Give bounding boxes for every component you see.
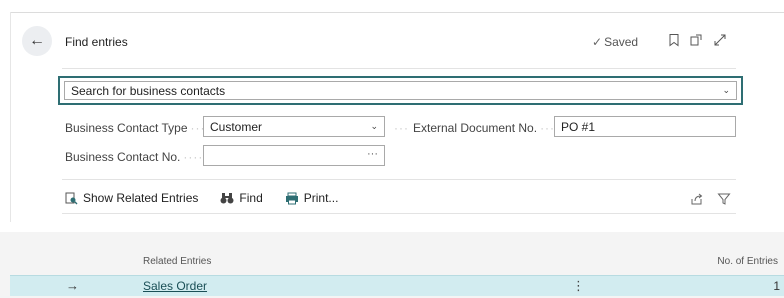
share-icon[interactable] [690, 192, 704, 206]
external-doc-label: External Document No. [413, 121, 538, 135]
action-bar: Show Related Entries Find Print... [65, 191, 360, 205]
open-new-window-icon[interactable] [689, 33, 703, 47]
find-label: Find [239, 191, 263, 205]
back-button[interactable]: ← [22, 26, 52, 56]
binoculars-icon [220, 192, 234, 203]
print-label: Print... [303, 191, 339, 205]
saved-status: ✓ Saved [592, 35, 638, 49]
business-contact-type-select[interactable]: Customer ⌄ [203, 116, 385, 137]
business-contact-no-input[interactable]: ··· [203, 145, 385, 166]
table-row[interactable]: → Sales Order ⋮ 1 [10, 275, 784, 296]
row-selected-arrow-icon: → [66, 278, 79, 293]
lookup-ellipsis-button[interactable]: ··· [367, 148, 378, 160]
external-doc-value: PO #1 [561, 119, 596, 134]
show-related-entries-label: Show Related Entries [83, 191, 199, 205]
related-entry-link[interactable]: Sales Order [143, 279, 207, 293]
page-title: Find entries [65, 35, 128, 49]
business-contact-type-label-wrap: Business Contact Type····· [65, 121, 216, 135]
top-border [10, 12, 784, 13]
business-contact-type-value: Customer [210, 119, 263, 134]
business-contact-no-label-wrap: Business Contact No. ····· [65, 150, 209, 164]
search-combobox-focus[interactable]: Search for business contacts ⌄ [58, 76, 743, 105]
chevron-down-icon: ⌄ [370, 121, 378, 131]
actions-divider-top [62, 179, 736, 180]
business-contact-type-label: Business Contact Type [65, 121, 188, 135]
row-actions-kebab-icon[interactable]: ⋮ [572, 278, 585, 294]
show-related-entries-button[interactable]: Show Related Entries [65, 191, 198, 205]
search-input[interactable]: Search for business contacts ⌄ [64, 81, 737, 100]
filter-icon[interactable] [717, 192, 731, 206]
find-button[interactable]: Find [220, 191, 263, 205]
external-doc-label-wrap: ··· External Document No. ··· [394, 121, 556, 135]
header-divider [62, 68, 736, 69]
check-icon: ✓ [592, 35, 603, 49]
column-header-no-of-entries[interactable]: No. of Entries [717, 256, 778, 267]
bookmark-icon[interactable] [667, 33, 681, 47]
document-search-icon [65, 192, 78, 204]
actions-divider-bottom [62, 213, 736, 214]
print-button[interactable]: Print... [285, 191, 339, 205]
expand-icon[interactable] [713, 33, 727, 47]
external-doc-input[interactable]: PO #1 [554, 116, 736, 137]
chevron-down-icon[interactable]: ⌄ [722, 85, 730, 96]
arrow-left-icon: ← [29, 32, 45, 49]
business-contact-no-label: Business Contact No. [65, 150, 181, 164]
printer-icon [285, 192, 298, 204]
column-header-related-entries[interactable]: Related Entries [143, 256, 211, 267]
search-value: Search for business contacts [71, 83, 226, 98]
left-border [10, 12, 11, 222]
entry-count: 1 [773, 279, 780, 293]
saved-label: Saved [604, 35, 639, 49]
